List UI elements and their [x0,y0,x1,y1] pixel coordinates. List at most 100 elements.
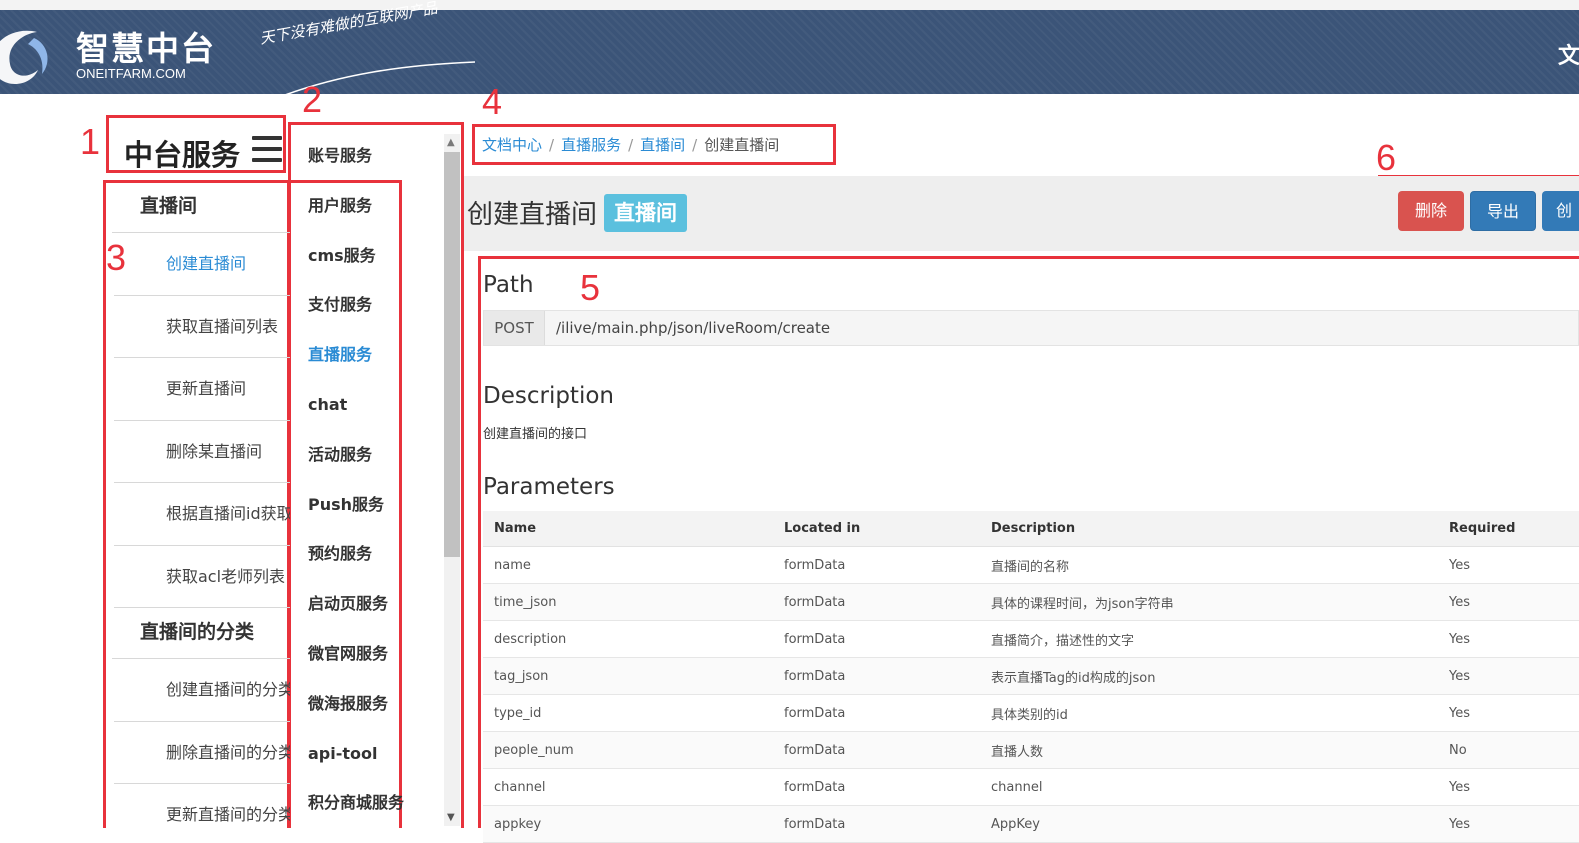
param-location: formData [773,546,980,584]
table-row: people_num formData 直播人数 No [483,731,1579,769]
param-location: formData [773,657,980,695]
category-live[interactable]: 直播服务 [308,341,440,391]
annotation-number-6: 6 [1376,137,1397,178]
sidebar-item-list-live-rooms[interactable]: 获取直播间列表 [114,296,290,358]
table-row: type_id formData 具体类别的id Yes [483,694,1579,732]
param-required: Yes [1438,657,1579,695]
category-payment[interactable]: 支付服务 [308,291,440,341]
param-location: formData [773,731,980,769]
parameters-heading: Parameters [483,474,615,500]
category-booking[interactable]: 预约服务 [308,540,440,590]
sidebar-item-update-live-room[interactable]: 更新直播间 [114,358,290,421]
delete-button[interactable]: 删除 [1398,191,1464,231]
description-heading: Description [483,383,614,409]
param-name: time_json [483,583,773,621]
breadcrumb-live-room[interactable]: 直播间 [640,136,685,154]
parameters-table: Name Located in Description Required nam… [483,511,1579,843]
sidebar-item-update-category[interactable]: 更新直播间的分类 [114,784,290,828]
param-name: description [483,620,773,658]
category-micro-poster[interactable]: 微海报服务 [308,690,440,740]
table-header-row: Name Located in Description Required [483,511,1579,547]
category-activity[interactable]: 活动服务 [308,441,440,491]
param-description: 直播人数 [980,731,1438,769]
category-scrollbar-thumb[interactable] [444,152,460,557]
table-row: tag_json formData 表示直播Tag的id构成的json Yes [483,657,1579,695]
column-header-name: Name [483,511,773,547]
breadcrumb-current: 创建直播间 [704,136,780,154]
param-location: formData [773,694,980,732]
param-description: channel [980,768,1438,806]
export-button[interactable]: 导出 [1470,191,1536,231]
table-row: channel formData channel Yes [483,768,1579,806]
breadcrumb: 文档中心 / 直播服务 / 直播间 / 创建直播间 [482,134,779,155]
param-description: 具体类别的id [980,694,1438,732]
api-url: /ilive/main.php/json/liveRoom/create [556,319,831,337]
param-required: Yes [1438,583,1579,621]
column-header-located-in: Located in [773,511,980,547]
param-required: Yes [1438,805,1579,843]
category-push[interactable]: Push服务 [308,491,440,541]
site-header: 智慧中台 ONEITFARM.COM 天下没有难做的互联网产品 文 [0,0,1579,96]
header-nav-link[interactable]: 文 [1558,38,1579,70]
param-description: 直播简介，描述性的文字 [980,620,1438,658]
table-row: appkey formData AppKey Yes [483,805,1579,843]
page-title: 创建直播间 [467,200,598,230]
panel-title: 中台服务 [124,138,241,172]
breadcrumb-live-service[interactable]: 直播服务 [561,136,621,154]
param-description: 直播间的名称 [980,546,1438,584]
category-micro-site[interactable]: 微官网服务 [308,640,440,690]
param-location: formData [773,583,980,621]
param-name: people_num [483,731,773,769]
param-name: type_id [483,694,773,732]
param-name: channel [483,768,773,806]
param-location: formData [773,805,980,843]
param-location: formData [773,620,980,658]
triangle-up-icon[interactable]: ▲ [447,137,455,148]
sidebar-item-create-live-room[interactable]: 创建直播间 [114,233,290,296]
sidebar-item-delete-live-room[interactable]: 删除某直播间 [114,421,290,483]
category-user[interactable]: 用户服务 [308,192,440,242]
sidebar-item-get-by-id[interactable]: 根据直播间id获取 [114,483,290,546]
sidebar-group-live-room[interactable]: 直播间 [112,182,290,233]
path-heading: Path [483,272,534,298]
sidebar-group-live-room-category[interactable]: 直播间的分类 [112,608,290,659]
logo-title: 智慧中台 [76,29,216,68]
param-description: 表示直播Tag的id构成的json [980,657,1438,695]
param-location: formData [773,768,980,806]
category-chat[interactable]: chat [308,391,440,441]
category-api-tool[interactable]: api-tool [308,740,440,790]
table-row: time_json formData 具体的课程时间，为json字符串 Yes [483,583,1579,621]
sidebar-item-acl-teachers[interactable]: 获取acl老师列表 [114,546,290,608]
breadcrumb-separator: / [628,136,634,154]
param-name: name [483,546,773,584]
http-method-badge: POST [484,311,545,345]
sidebar-nav: 直播间 创建直播间 获取直播间列表 更新直播间 删除某直播间 根据直播间id获取… [106,182,290,828]
logo-subtitle: ONEITFARM.COM [76,66,186,81]
breadcrumb-doc-center[interactable]: 文档中心 [482,136,542,154]
category-splash[interactable]: 启动页服务 [308,590,440,640]
triangle-down-icon[interactable]: ▼ [447,812,455,823]
annotation-number-5: 5 [580,267,601,308]
create-button[interactable]: 创 [1542,191,1579,231]
page-title-badge: 直播间 [604,194,687,232]
column-header-required: Required [1438,511,1579,547]
sidebar-item-create-category[interactable]: 创建直播间的分类 [114,659,290,722]
breadcrumb-separator: / [549,136,555,154]
param-required: Yes [1438,546,1579,584]
category-points-mall[interactable]: 积分商城服务 [308,789,440,828]
param-required: Yes [1438,694,1579,732]
annotation-number-1: 1 [80,121,101,162]
sidebar-item-delete-category[interactable]: 删除直播间的分类 [114,722,290,784]
column-header-description: Description [980,511,1438,547]
param-description: 具体的课程时间，为json字符串 [980,583,1438,621]
table-row: description formData 直播简介，描述性的文字 Yes [483,620,1579,658]
service-category-list: 账号服务 用户服务 cms服务 支付服务 直播服务 chat 活动服务 Push… [288,122,464,828]
hamburger-menu-icon[interactable] [252,136,282,162]
param-name: appkey [483,805,773,843]
category-cms[interactable]: cms服务 [308,242,440,292]
category-account[interactable]: 账号服务 [308,142,440,192]
param-required: Yes [1438,620,1579,658]
param-description: AppKey [980,805,1438,843]
param-required: Yes [1438,768,1579,806]
api-description: 创建直播间的接口 [483,427,588,442]
